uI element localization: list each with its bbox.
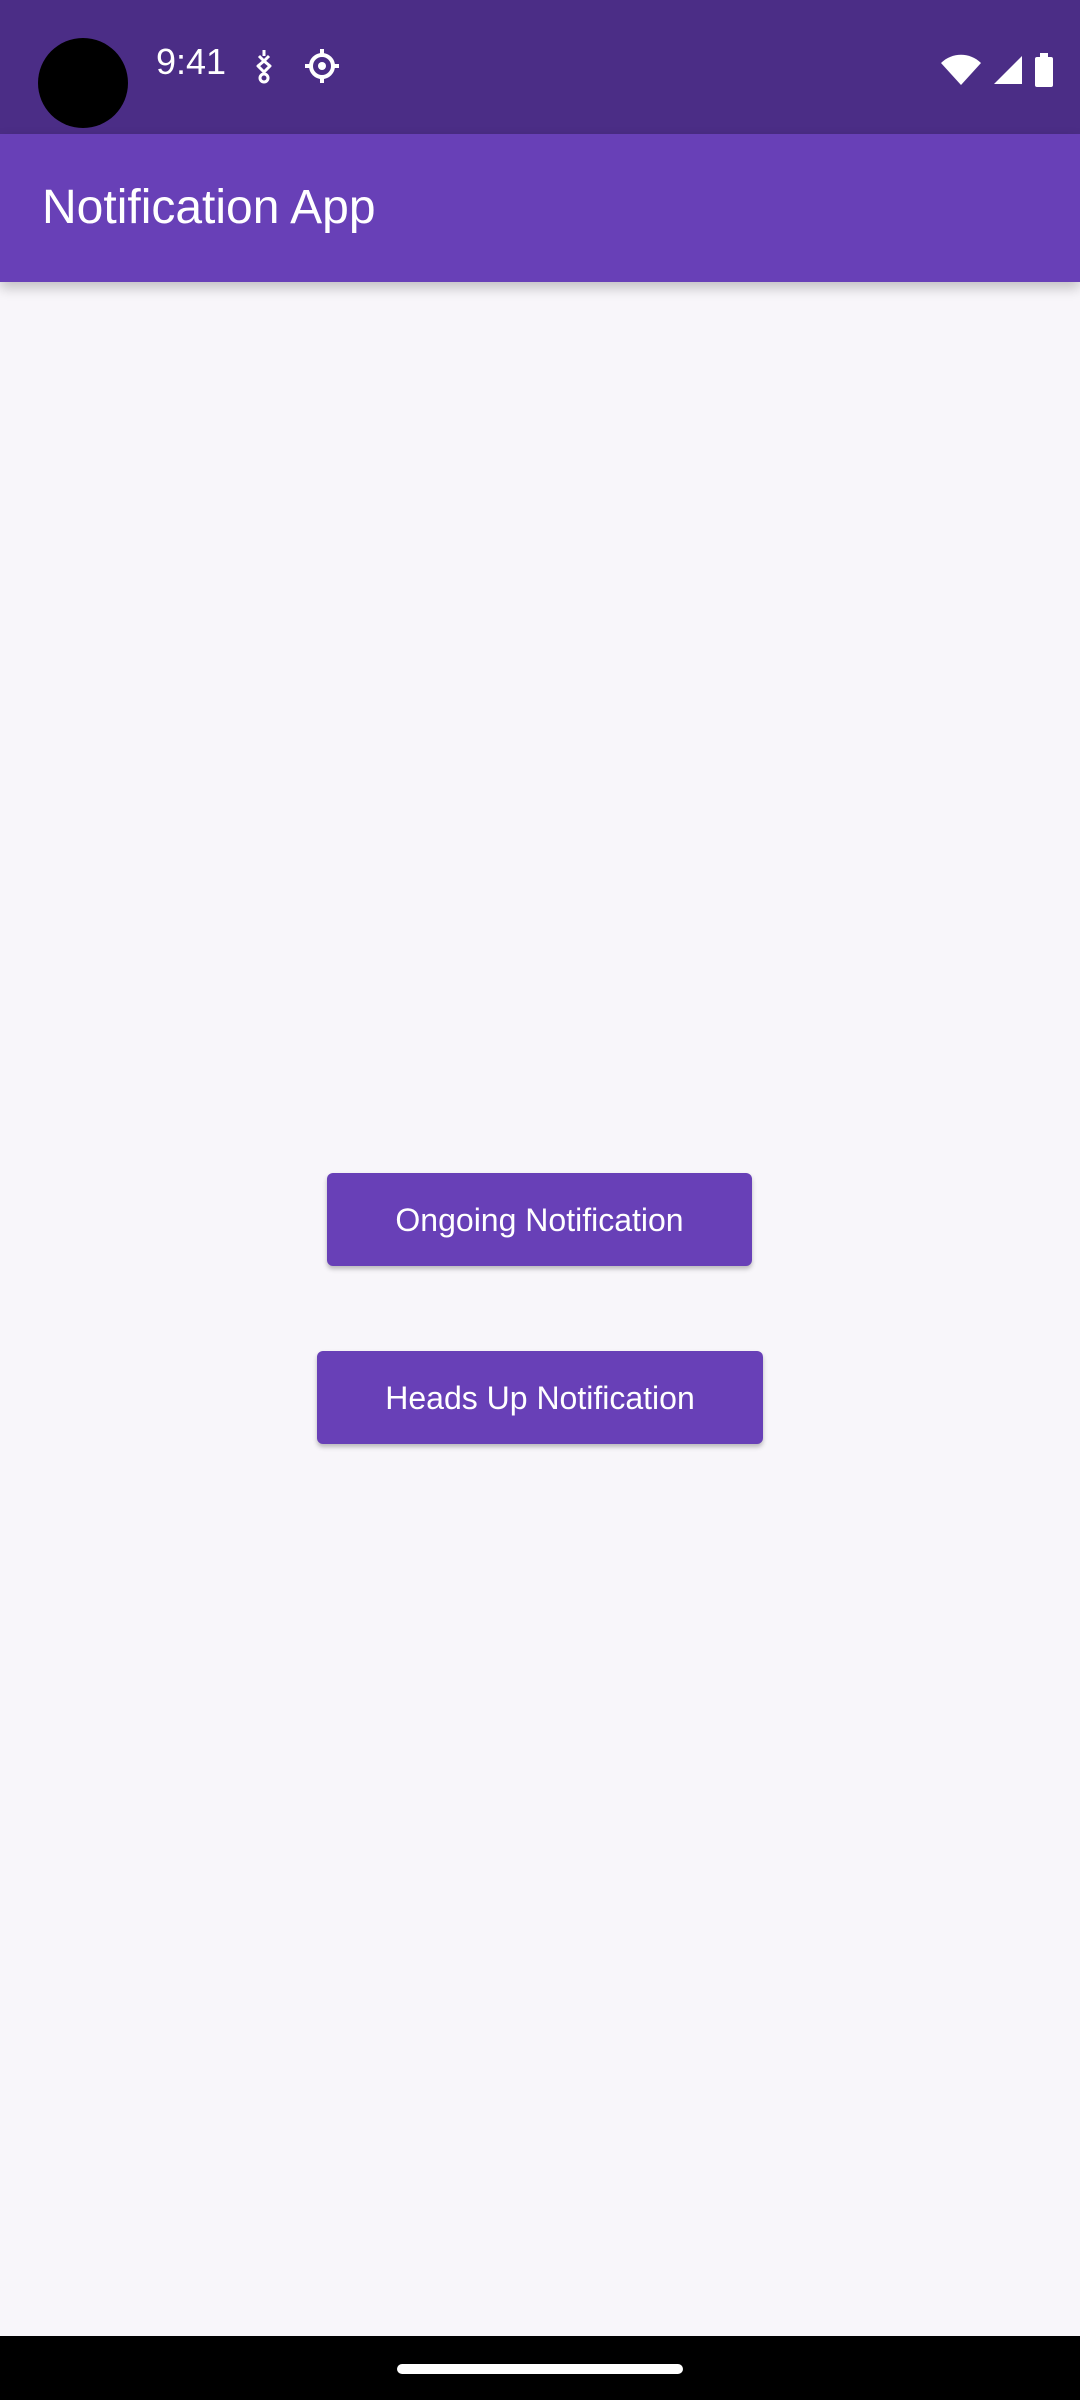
home-gesture-handle[interactable] [397,2364,683,2374]
app-title: Notification App [42,181,376,234]
status-time: 9:41 [156,41,227,82]
cell-signal-icon [994,56,1022,84]
main-content: Ongoing Notification Heads Up Notificati… [0,282,1080,2336]
ongoing-notification-button[interactable]: Ongoing Notification [327,1173,752,1266]
heads-up-notification-button[interactable]: Heads Up Notification [317,1351,763,1444]
camera-cutout [38,38,128,128]
battery-icon [1035,53,1053,87]
navigation-bar [0,2336,1080,2400]
status-bar: 9:41 [0,0,1080,134]
wifi-icon [941,54,981,85]
status-right-icons [940,50,1054,90]
settings-icon [305,49,339,83]
app-bar: Notification App [0,134,1080,282]
notification-icon [256,50,272,84]
